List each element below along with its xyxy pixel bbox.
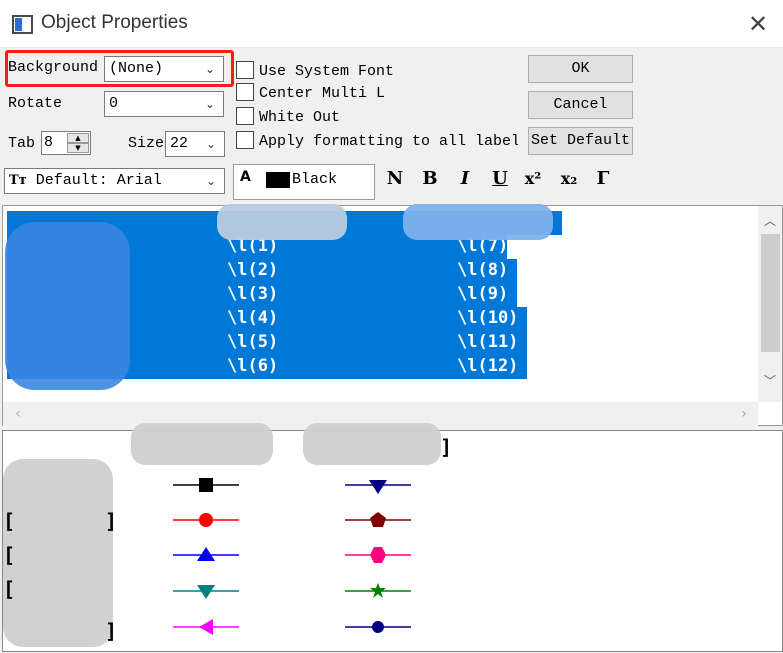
text-editor[interactable]: \l(1) \l(7) \l(2) \l(8) \l(3) \l(9) \l(4… [2, 204, 783, 426]
vertical-scrollbar[interactable]: ︿ ﹀ [758, 206, 782, 402]
checkbox-apply-formatting[interactable]: Apply formatting to all label [236, 131, 518, 153]
spin-down-icon[interactable]: ▼ [67, 143, 89, 153]
normal-button[interactable]: N [382, 167, 408, 193]
title-bar: Object Properties ✕ [0, 0, 783, 48]
redacted-block [217, 204, 347, 240]
scroll-left-icon[interactable]: ‹ [7, 402, 29, 426]
checkbox-box[interactable] [236, 83, 254, 101]
chevron-down-icon: ⌄ [205, 137, 217, 151]
scroll-thumb[interactable] [761, 234, 780, 352]
symbol-pentagon [370, 512, 386, 527]
greek-button[interactable]: Γ [590, 167, 616, 193]
size-combo[interactable]: 22 ⌄ [165, 131, 225, 157]
preview-pane: ] [ ] [ [ ] [2, 423, 783, 652]
underline-button[interactable]: U [487, 167, 513, 193]
window-title: Object Properties [41, 12, 188, 33]
editor-token: \l(2) [227, 260, 279, 280]
subscript-button[interactable]: x₂ [556, 167, 582, 193]
editor-token: \l(12) [457, 356, 519, 376]
symbol-triangle-left [199, 619, 213, 635]
rotate-combo[interactable]: 0 ⌄ [104, 91, 224, 117]
editor-token: \l(8) [457, 260, 509, 280]
size-label: Size [128, 135, 165, 152]
editor-token: \l(5) [227, 332, 279, 352]
editor-token: \l(6) [227, 356, 279, 376]
symbol-circle [372, 621, 384, 633]
set-default-button[interactable]: Set Default [528, 127, 633, 155]
rotate-label: Rotate [8, 95, 63, 112]
checkbox-use-system-font[interactable]: Use System Font [236, 61, 394, 83]
editor-token: \l(9) [457, 284, 509, 304]
tab-value: 8 [44, 134, 54, 151]
editor-token: \l(3) [227, 284, 279, 304]
symbol-circle [199, 513, 213, 527]
bold-button[interactable]: B [417, 167, 443, 193]
checkbox-label: White Out [259, 109, 341, 126]
truetype-font-icon: Tт [9, 173, 27, 188]
ok-button[interactable]: OK [528, 55, 633, 83]
redacted-block [5, 222, 130, 390]
symbol-triangle-down [197, 585, 215, 599]
color-value: Black [292, 171, 338, 188]
legend-symbols [173, 478, 411, 635]
superscript-button[interactable]: x² [520, 167, 546, 193]
scroll-right-icon[interactable]: › [733, 402, 755, 426]
color-selector[interactable]: A Black [233, 164, 375, 200]
italic-button[interactable]: I [452, 167, 478, 193]
symbol-hexagon [370, 547, 386, 563]
tab-label: Tab [8, 135, 36, 152]
editor-token: \l(11) [457, 332, 519, 352]
symbol-square [199, 478, 213, 492]
checkbox-label: Use System Font [259, 63, 395, 80]
checkbox-label: Apply formatting to all label [259, 133, 518, 150]
text-color-icon: A [240, 169, 251, 185]
checkbox-white-out[interactable]: White Out [236, 107, 340, 129]
chevron-down-icon: ⌄ [205, 174, 217, 188]
cancel-button[interactable]: Cancel [528, 91, 633, 119]
scroll-up-icon[interactable]: ︿ [758, 210, 782, 232]
font-value: Default: Arial [35, 172, 162, 189]
editor-token: \l(4) [227, 308, 279, 328]
checkbox-box[interactable] [236, 107, 254, 125]
tab-spinner[interactable]: 8 ▲ ▼ [41, 131, 91, 155]
size-value: 22 [170, 135, 189, 152]
checkbox-center-multi[interactable]: Center Multi L [236, 83, 385, 105]
highlight-annotation [5, 50, 234, 87]
spin-up-icon[interactable]: ▲ [67, 133, 89, 143]
scroll-down-icon[interactable]: ﹀ [758, 370, 782, 392]
checkbox-label: Center Multi L [259, 85, 386, 102]
rotate-value: 0 [109, 95, 119, 112]
editor-token: \l(10) [457, 308, 519, 328]
redacted-block [403, 204, 553, 240]
chevron-down-icon: ⌄ [204, 97, 216, 111]
font-combo[interactable]: Tт Default: Arial ⌄ [4, 168, 225, 194]
close-icon[interactable]: ✕ [744, 10, 772, 38]
symbol-triangle-down [369, 480, 387, 494]
window-icon [12, 15, 33, 34]
checkbox-box[interactable] [236, 131, 254, 149]
symbol-triangle-up [197, 547, 215, 561]
color-swatch [266, 172, 290, 188]
checkbox-box[interactable] [236, 61, 254, 79]
